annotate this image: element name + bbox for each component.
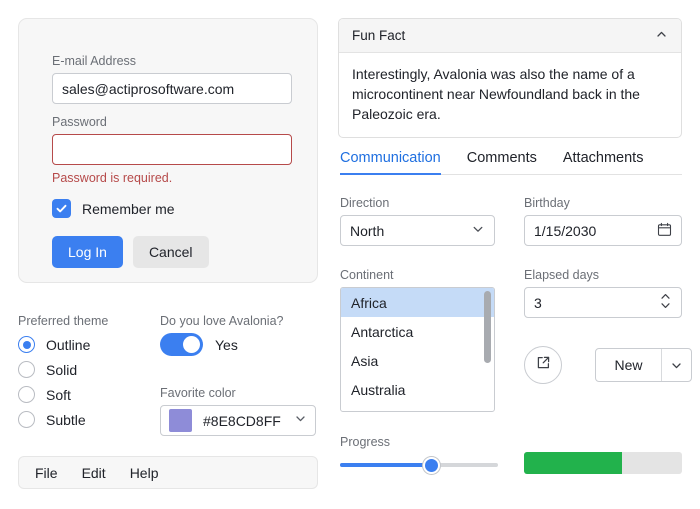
- love-avalonia-label: Do you love Avalonia?: [160, 314, 284, 328]
- remember-me-checkbox[interactable]: Remember me: [52, 199, 292, 218]
- elapsed-days-spinner[interactable]: 3: [524, 287, 682, 318]
- spinner-updown-icon[interactable]: [659, 290, 672, 315]
- password-error-message: Password is required.: [52, 171, 173, 185]
- preferred-theme-group: Preferred theme Outline Solid Soft Subtl…: [18, 313, 148, 431]
- favorite-color-group: Favorite color #8E8CD8FF: [160, 385, 318, 436]
- listbox-scrollbar-thumb[interactable]: [484, 291, 491, 363]
- login-button[interactable]: Log In: [52, 236, 123, 268]
- toggle-state-label: Yes: [215, 336, 238, 353]
- remember-me-label: Remember me: [82, 200, 175, 217]
- menu-bar: File Edit Help: [18, 456, 318, 489]
- external-link-icon: [535, 354, 552, 376]
- share-button[interactable]: [524, 346, 562, 384]
- tab-attachments[interactable]: Attachments: [563, 150, 644, 175]
- tab-comments[interactable]: Comments: [467, 150, 537, 175]
- action-row: New: [524, 346, 692, 384]
- list-item[interactable]: Antarctica: [341, 317, 494, 346]
- fun-fact-title: Fun Fact: [352, 28, 406, 43]
- fun-fact-body: Interestingly, Avalonia was also the nam…: [352, 66, 640, 122]
- progress-bar: [524, 452, 682, 474]
- direction-value: North: [350, 222, 385, 239]
- radio-outline[interactable]: Outline: [18, 333, 148, 356]
- email-label: E-mail Address: [52, 54, 137, 68]
- love-avalonia-toggle[interactable]: [160, 333, 203, 356]
- elapsed-days-value: 3: [534, 294, 542, 311]
- menu-item-file[interactable]: File: [35, 465, 58, 481]
- app-window: E-mail Address sales@actiprosoftware.com…: [0, 0, 700, 509]
- radio-unselected-icon: [18, 361, 35, 378]
- progress-slider[interactable]: [340, 454, 498, 476]
- birthday-value: 1/15/2030: [534, 222, 597, 239]
- password-label: Password: [52, 115, 107, 129]
- progress-bar-fill: [524, 452, 622, 474]
- radio-solid-label: Solid: [46, 361, 78, 378]
- list-item[interactable]: Europe: [341, 404, 494, 412]
- radio-soft-label: Soft: [46, 386, 71, 403]
- list-item[interactable]: Africa: [341, 288, 494, 317]
- continent-group: Continent Africa Antarctica Asia Austral…: [340, 267, 495, 412]
- radio-solid[interactable]: Solid: [18, 358, 148, 381]
- slider-fill: [340, 463, 432, 467]
- new-dropdown-button[interactable]: [661, 349, 691, 381]
- chevron-down-icon[interactable]: [294, 412, 307, 430]
- menu-item-help[interactable]: Help: [130, 465, 159, 481]
- chevron-down-icon: [672, 362, 681, 368]
- list-item[interactable]: Australia: [341, 375, 494, 404]
- favorite-color-label: Favorite color: [160, 386, 236, 400]
- slider-thumb[interactable]: [423, 457, 441, 474]
- elapsed-days-group: Elapsed days 3: [524, 267, 682, 318]
- progress-slider-label: Progress: [340, 435, 391, 449]
- radio-soft[interactable]: Soft: [18, 383, 148, 406]
- calendar-icon[interactable]: [657, 222, 672, 240]
- birthday-label: Birthday: [524, 196, 570, 210]
- direction-group: Direction North: [340, 195, 495, 246]
- continent-listbox[interactable]: Africa Antarctica Asia Australia Europe: [340, 287, 495, 412]
- radio-unselected-icon: [18, 411, 35, 428]
- menu-item-edit[interactable]: Edit: [82, 465, 106, 481]
- toggle-knob: [183, 336, 200, 353]
- continent-label: Continent: [340, 268, 394, 282]
- password-field[interactable]: [52, 134, 292, 165]
- tab-strip: Communication Comments Attachments: [340, 150, 682, 175]
- checkmark-icon: [52, 199, 71, 218]
- color-value: #8E8CD8FF: [203, 412, 281, 429]
- tab-communication[interactable]: Communication: [340, 150, 441, 175]
- radio-subtle[interactable]: Subtle: [18, 408, 148, 431]
- elapsed-days-label: Elapsed days: [524, 268, 600, 282]
- radio-selected-icon: [18, 336, 35, 353]
- email-field[interactable]: sales@actiprosoftware.com: [52, 73, 292, 104]
- favorite-color-picker[interactable]: #8E8CD8FF: [160, 405, 316, 436]
- list-item[interactable]: Asia: [341, 346, 494, 375]
- chevron-down-icon: [471, 222, 485, 239]
- cancel-button[interactable]: Cancel: [132, 236, 209, 268]
- preferred-theme-label: Preferred theme: [18, 314, 109, 328]
- fun-fact-header[interactable]: Fun Fact: [339, 19, 681, 53]
- love-avalonia-group: Do you love Avalonia? Yes: [160, 313, 320, 356]
- new-split-button: New: [595, 348, 692, 382]
- birthday-group: Birthday 1/15/2030: [524, 195, 682, 246]
- fun-fact-expander: Fun Fact Interestingly, Avalonia was als…: [338, 18, 682, 138]
- email-value: sales@actiprosoftware.com: [62, 80, 235, 97]
- direction-label: Direction: [340, 196, 390, 210]
- direction-combobox[interactable]: North: [340, 215, 495, 246]
- login-card: E-mail Address sales@actiprosoftware.com…: [18, 18, 318, 283]
- chevron-up-icon[interactable]: [655, 28, 668, 44]
- radio-outline-label: Outline: [46, 336, 91, 353]
- progress-slider-group: Progress: [340, 434, 498, 476]
- radio-unselected-icon: [18, 386, 35, 403]
- radio-subtle-label: Subtle: [46, 411, 86, 428]
- birthday-datepicker[interactable]: 1/15/2030: [524, 215, 682, 246]
- color-swatch: [169, 409, 192, 432]
- new-button[interactable]: New: [596, 349, 661, 381]
